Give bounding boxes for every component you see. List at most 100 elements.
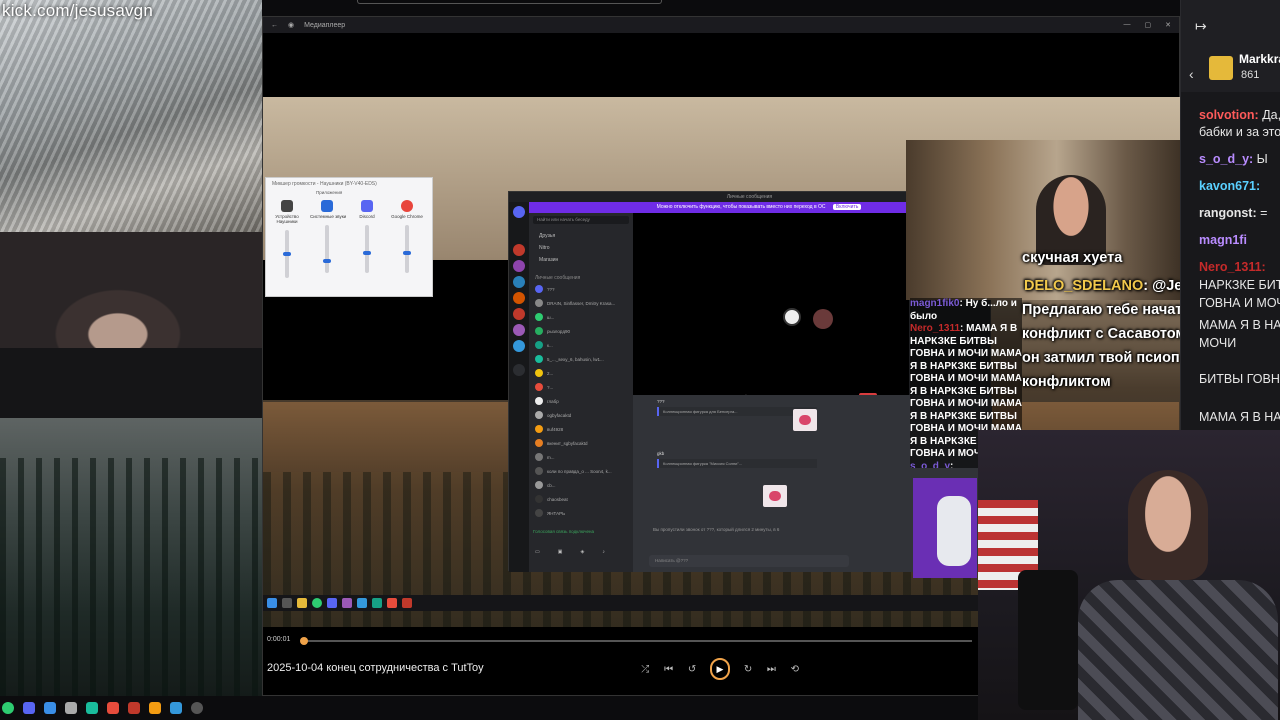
folder-icon[interactable] bbox=[297, 598, 307, 608]
chat-username[interactable]: rangonst: bbox=[1199, 206, 1257, 220]
app-icon[interactable] bbox=[86, 702, 98, 714]
embed-text: Коллекционная фигурка для Бенсерга... bbox=[663, 409, 738, 414]
maximize-icon[interactable]: ▢ bbox=[1145, 21, 1152, 29]
app-icon[interactable] bbox=[402, 598, 412, 608]
activity-icon[interactable]: ◈ bbox=[580, 549, 584, 555]
dm-item[interactable]: ogbyfacaktd bbox=[535, 411, 571, 419]
slider-knob[interactable] bbox=[403, 251, 411, 255]
server-icon[interactable] bbox=[513, 308, 525, 320]
app-icon[interactable] bbox=[128, 702, 140, 714]
volume-slider[interactable] bbox=[363, 225, 371, 273]
app-icon[interactable] bbox=[372, 598, 382, 608]
streamer-face bbox=[1128, 470, 1208, 580]
forward-icon[interactable]: ↻ bbox=[743, 664, 753, 675]
chevron-left-icon[interactable]: ‹ bbox=[1189, 66, 1194, 82]
dm-item[interactable]: DRAIN, Sinflasser, Dmitry Krasa... bbox=[535, 299, 615, 307]
volume-slider[interactable] bbox=[283, 230, 291, 278]
dm-item[interactable]: к... bbox=[535, 341, 553, 349]
back-icon[interactable]: ← bbox=[271, 22, 278, 29]
soundboard-icon[interactable]: ♪ bbox=[602, 549, 605, 555]
volume-slider[interactable] bbox=[403, 225, 411, 273]
chat-username[interactable]: s_o_d_y: bbox=[1199, 152, 1253, 166]
chat-text: МАМА Я В НА bbox=[1199, 410, 1280, 424]
share-screen-icon[interactable]: ▣ bbox=[558, 549, 563, 555]
search-icon[interactable] bbox=[282, 598, 292, 608]
dm-search-input[interactable]: Найти или начать беседу bbox=[533, 216, 629, 224]
discord-icon[interactable] bbox=[23, 702, 35, 714]
chat-username[interactable]: solvotion: bbox=[1199, 108, 1259, 122]
rewind-icon[interactable]: ↺ bbox=[687, 664, 697, 675]
dm-item[interactable]: ??? bbox=[535, 285, 555, 293]
call-self-avatar[interactable] bbox=[783, 308, 801, 326]
seek-thumb[interactable] bbox=[300, 637, 308, 645]
banner-button[interactable]: Включить bbox=[832, 204, 862, 210]
discord-home-icon[interactable] bbox=[513, 206, 525, 218]
app-icon[interactable] bbox=[170, 702, 182, 714]
app-icon[interactable] bbox=[357, 598, 367, 608]
top-search-bar[interactable] bbox=[357, 0, 662, 4]
camera-icon[interactable]: ▭ bbox=[535, 549, 540, 555]
seek-bar[interactable]: 0:00:01 bbox=[262, 636, 978, 646]
app-icon[interactable] bbox=[149, 702, 161, 714]
app-icon[interactable] bbox=[107, 702, 119, 714]
next-icon[interactable]: ⏭ bbox=[766, 664, 776, 675]
dm-nav-friends[interactable]: Друзья bbox=[539, 233, 555, 239]
dm-item[interactable]: chaosbeat bbox=[535, 495, 568, 503]
time-current: 0:00:01 bbox=[267, 636, 291, 643]
dm-item[interactable]: 2... bbox=[535, 369, 553, 377]
server-icon[interactable] bbox=[513, 276, 525, 288]
dm-item[interactable]: вuf4928 bbox=[535, 425, 563, 433]
close-icon[interactable]: ✕ bbox=[1165, 21, 1171, 29]
repeat-icon[interactable]: ⟲ bbox=[790, 664, 800, 675]
dm-item[interactable]: ЯНТАРЬ bbox=[535, 509, 565, 517]
call-user-avatar[interactable] bbox=[813, 309, 833, 329]
app-icon[interactable] bbox=[342, 598, 352, 608]
obs-icon[interactable] bbox=[191, 702, 203, 714]
server-icon[interactable] bbox=[513, 260, 525, 272]
server-icon[interactable] bbox=[513, 292, 525, 304]
add-server-icon[interactable] bbox=[513, 364, 525, 376]
dm-nav-shop[interactable]: Магазин bbox=[539, 257, 558, 263]
embed-thumbnail[interactable] bbox=[763, 485, 787, 507]
previous-icon[interactable]: ⏮ bbox=[663, 664, 673, 675]
volume-slider[interactable] bbox=[323, 225, 331, 273]
chrome-icon[interactable] bbox=[2, 702, 14, 714]
app-icon[interactable] bbox=[387, 598, 397, 608]
chat-embed[interactable]: Коллекционная фигурка "Миссия Солни"... bbox=[657, 459, 817, 468]
dm-item[interactable]: глабр bbox=[535, 397, 559, 405]
chrome-icon[interactable] bbox=[312, 598, 322, 608]
player-window-title: Медиаплеер bbox=[304, 21, 346, 29]
slider-knob[interactable] bbox=[363, 251, 371, 255]
seek-track[interactable] bbox=[302, 640, 972, 642]
app-icon[interactable] bbox=[65, 702, 77, 714]
minimize-icon[interactable]: — bbox=[1124, 21, 1131, 29]
windows-start-icon[interactable] bbox=[267, 598, 277, 608]
dm-nav-nitro[interactable]: Nitro bbox=[539, 245, 550, 251]
discord-icon[interactable] bbox=[327, 598, 337, 608]
chat-username[interactable]: magn1fi bbox=[1199, 233, 1247, 247]
dm-item[interactable]: вкенит_sgbyfacaktd bbox=[535, 439, 588, 447]
dm-item[interactable]: рызлорд90 bbox=[535, 327, 570, 335]
telegram-icon[interactable] bbox=[44, 702, 56, 714]
mixer-sublabel[interactable]: Наушники bbox=[270, 219, 304, 224]
avatar bbox=[535, 327, 543, 335]
dm-item[interactable]: m... bbox=[535, 453, 555, 461]
dm-item[interactable]: ?... bbox=[535, 383, 553, 391]
chat-username[interactable]: Nero_1311: bbox=[1199, 260, 1266, 274]
avatar bbox=[535, 383, 543, 391]
dm-item[interactable]: коли по правда_о ... Soon4, k... bbox=[535, 467, 612, 475]
dm-item[interactable]: 5_..._sexy_6, bahusin, lw1... bbox=[535, 355, 604, 363]
play-button[interactable]: ▶ bbox=[710, 658, 730, 680]
dm-item[interactable]: ш... bbox=[535, 313, 554, 321]
server-icon[interactable] bbox=[513, 244, 525, 256]
chat-input[interactable]: Написать @??? bbox=[649, 555, 849, 567]
slider-knob[interactable] bbox=[323, 259, 331, 263]
slider-knob[interactable] bbox=[283, 252, 291, 256]
embed-thumbnail[interactable] bbox=[793, 409, 817, 431]
shuffle-icon[interactable]: ⤮ bbox=[640, 664, 650, 675]
dm-item[interactable]: сb... bbox=[535, 481, 556, 489]
collapse-chat-icon[interactable]: ↦ bbox=[1195, 18, 1207, 35]
chat-username[interactable]: kavon671: bbox=[1199, 179, 1260, 193]
server-icon[interactable] bbox=[513, 340, 525, 352]
server-icon[interactable] bbox=[513, 324, 525, 336]
